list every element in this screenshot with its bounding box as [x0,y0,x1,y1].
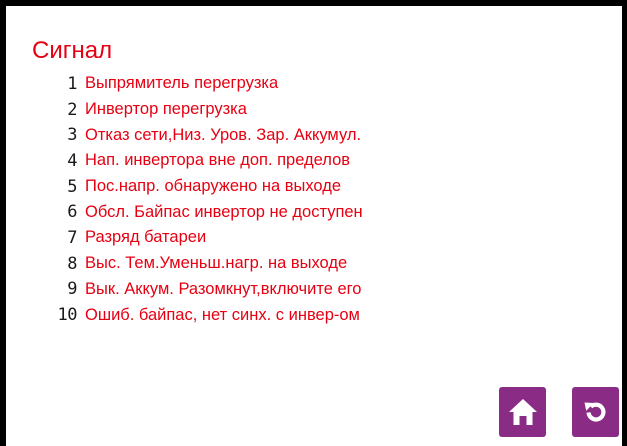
page-title: Сигнал [32,37,113,64]
refresh-icon [584,402,605,422]
refresh-button[interactable] [572,387,619,437]
alarm-text: Разряд батареи [85,228,207,247]
alarm-text: Ошиб. байпас, нет синх. с инвер-ом [85,305,360,324]
alarm-list: 1 Выпрямитель перегрузка 2 Инвертор пере… [46,71,363,328]
alarm-item: 2 Инвертор перегрузка [46,97,363,123]
alarm-number: 4 [67,150,77,171]
alarm-text: Вык. Аккум. Разомкнут,включите его [85,279,362,298]
alarm-number: 10 [57,305,78,326]
alarm-item: 3 Отказ сети,Низ. Уров. Зар. Аккумул. [46,122,363,148]
alarm-text: Выс. Тем.Уменьш.нагр. на выходе [85,254,348,273]
alarm-text: Пос.напр. обнаружено на выходе [85,177,342,196]
alarm-text: Нап. инвертора вне доп. пределов [85,151,351,170]
alarm-screen: Сигнал 1 Выпрямитель перегрузка 2 Инверт… [0,0,627,446]
alarm-item: 10 Ошиб. байпас, нет синх. с инвер-ом [46,302,363,328]
alarm-number: 6 [67,202,77,223]
alarm-number: 5 [67,176,77,197]
alarm-number: 8 [67,253,77,274]
alarm-text: Инвертор перегрузка [85,100,247,119]
home-icon [508,399,537,425]
alarm-item: 5 Пос.напр. обнаружено на выходе [46,174,363,200]
alarm-number: 3 [67,125,77,146]
alarm-text: Отказ сети,Низ. Уров. Зар. Аккумул. [85,125,362,144]
alarm-number: 1 [67,73,77,94]
alarm-number: 7 [67,227,77,248]
alarm-text: Обсл. Байпас инвертор не доступен [85,202,363,221]
alarm-item: 9 Вык. Аккум. Разомкнут,включите его [46,277,363,303]
alarm-number: 9 [67,279,77,300]
alarm-text: Выпрямитель перегрузка [85,74,279,93]
alarm-item: 1 Выпрямитель перегрузка [46,71,363,97]
alarm-item: 8 Выс. Тем.Уменьш.нагр. на выходе [46,251,363,277]
alarm-item: 7 Разряд батареи [46,225,363,251]
alarm-item: 4 Нап. инвертора вне доп. пределов [46,148,363,174]
home-button[interactable] [499,387,546,437]
alarm-item: 6 Обсл. Байпас инвертор не доступен [46,199,363,225]
alarm-number: 2 [67,99,77,120]
